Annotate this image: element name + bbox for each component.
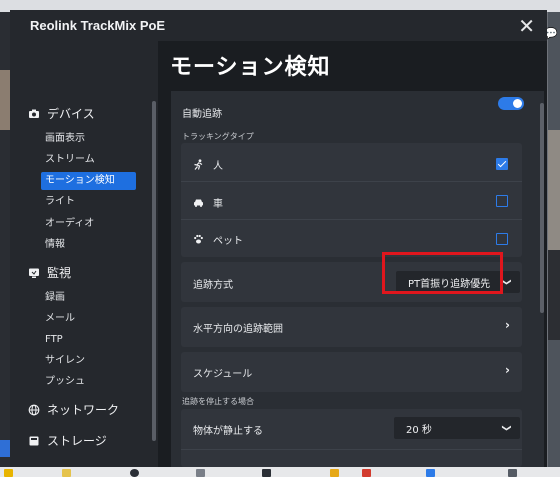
taskbar-icon[interactable]: [62, 469, 71, 477]
taskbar-icon[interactable]: [426, 469, 435, 477]
camera-icon: [29, 109, 39, 118]
sidebar-group-monitor[interactable]: 監視: [28, 264, 71, 281]
tracking-option-person: 人: [193, 157, 223, 172]
car-checkbox[interactable]: [496, 195, 508, 207]
sidebar-item-motion-detection[interactable]: モーション検知: [41, 172, 136, 190]
sidebar-group-label: ストレージ: [47, 434, 107, 448]
sidebar-item-ftp[interactable]: FTP: [41, 331, 67, 349]
sidebar-group-storage[interactable]: ストレージ: [28, 432, 107, 449]
sidebar: デバイス 画面表示 ストリーム モーション検知 ライト オーディオ 情報 監視 …: [10, 41, 158, 467]
car-icon: [194, 199, 203, 207]
settings-window: Reolink TrackMix PoE ✕ デバイス 画面表示 ストリーム モ…: [10, 10, 547, 467]
sidebar-group-label: 監視: [47, 266, 72, 280]
horizontal-range-label: 水平方向の追跡範囲: [193, 324, 283, 335]
sidebar-scrollbar[interactable]: [152, 101, 156, 441]
taskbar-icon[interactable]: [508, 469, 517, 477]
chevron-right-icon: ›: [505, 318, 510, 332]
globe-icon: [28, 404, 40, 415]
sidebar-item-push[interactable]: プッシュ: [41, 373, 89, 391]
sidebar-item-siren[interactable]: サイレン: [41, 352, 89, 370]
tracking-type-label: トラッキングタイプ: [182, 132, 254, 141]
sidebar-group-network[interactable]: ネットワーク: [28, 401, 119, 418]
sidebar-item-display[interactable]: 画面表示: [41, 130, 89, 148]
tracking-option-car: 車: [193, 195, 223, 210]
desktop-left-photo: [0, 70, 10, 130]
sidebar-group-label: デバイス: [47, 107, 95, 121]
sidebar-item-audio[interactable]: オーディオ: [41, 215, 98, 233]
taskbar-icon[interactable]: [4, 469, 13, 477]
tracking-option-pet: ペット: [193, 232, 243, 247]
stop-section-label: 追跡を停止する場合: [182, 397, 254, 406]
auto-tracking-toggle[interactable]: [498, 97, 524, 110]
window-title: Reolink TrackMix PoE: [30, 18, 166, 33]
object-stationary-label: 物体が静止する: [193, 426, 263, 437]
desktop-right-photo: [548, 130, 560, 250]
paw-icon: [194, 234, 203, 244]
sidebar-group-label: ネットワーク: [47, 403, 120, 417]
schedule-row[interactable]: スケジュール ›: [181, 352, 522, 392]
taskbar: [0, 467, 560, 477]
object-stationary-value: 20 秒: [406, 424, 432, 436]
tracking-option-label: 車: [213, 199, 223, 210]
taskbar-icon[interactable]: [130, 469, 139, 477]
chevron-down-icon: ❯: [501, 424, 512, 432]
app-icon[interactable]: [0, 440, 10, 457]
page-title: モーション検知: [170, 55, 331, 80]
sidebar-item-stream[interactable]: ストリーム: [41, 151, 99, 169]
auto-tracking-label: 自動追跡: [182, 109, 222, 120]
tracking-method-label: 追跡方式: [193, 280, 233, 291]
close-icon[interactable]: ✕: [518, 16, 535, 36]
taskbar-icon[interactable]: [330, 469, 339, 477]
person-icon: [194, 159, 203, 170]
desktop-right-photo-dark: [548, 250, 560, 340]
taskbar-icon[interactable]: [362, 469, 371, 477]
pet-checkbox[interactable]: [496, 233, 508, 245]
tracking-option-label: 人: [213, 161, 223, 172]
sidebar-item-email[interactable]: メール: [41, 310, 79, 328]
sidebar-item-light[interactable]: ライト: [41, 193, 79, 211]
sidebar-item-info[interactable]: 情報: [41, 236, 69, 254]
chevron-right-icon: ›: [505, 363, 510, 377]
person-checkbox[interactable]: [496, 158, 508, 170]
tracking-type-card: 人 車 ペット: [181, 143, 522, 257]
monitor-icon: [29, 268, 39, 278]
title-bar: Reolink TrackMix PoE ✕: [10, 10, 547, 41]
sidebar-item-recording[interactable]: 録画: [41, 289, 69, 307]
object-stationary-select[interactable]: 20 秒 ❯: [394, 417, 520, 439]
highlight-box: [382, 252, 503, 294]
storage-icon: [29, 436, 39, 445]
divider: [181, 449, 522, 450]
content-scrollbar[interactable]: [540, 103, 544, 313]
divider: [181, 219, 522, 220]
taskbar-icon[interactable]: [262, 469, 271, 477]
divider: [181, 181, 522, 182]
taskbar-icon[interactable]: [196, 469, 205, 477]
tracking-option-label: ペット: [213, 236, 243, 247]
horizontal-range-row[interactable]: 水平方向の追跡範囲 ›: [181, 307, 522, 347]
sidebar-group-device[interactable]: デバイス: [28, 105, 95, 122]
schedule-label: スケジュール: [193, 369, 253, 380]
